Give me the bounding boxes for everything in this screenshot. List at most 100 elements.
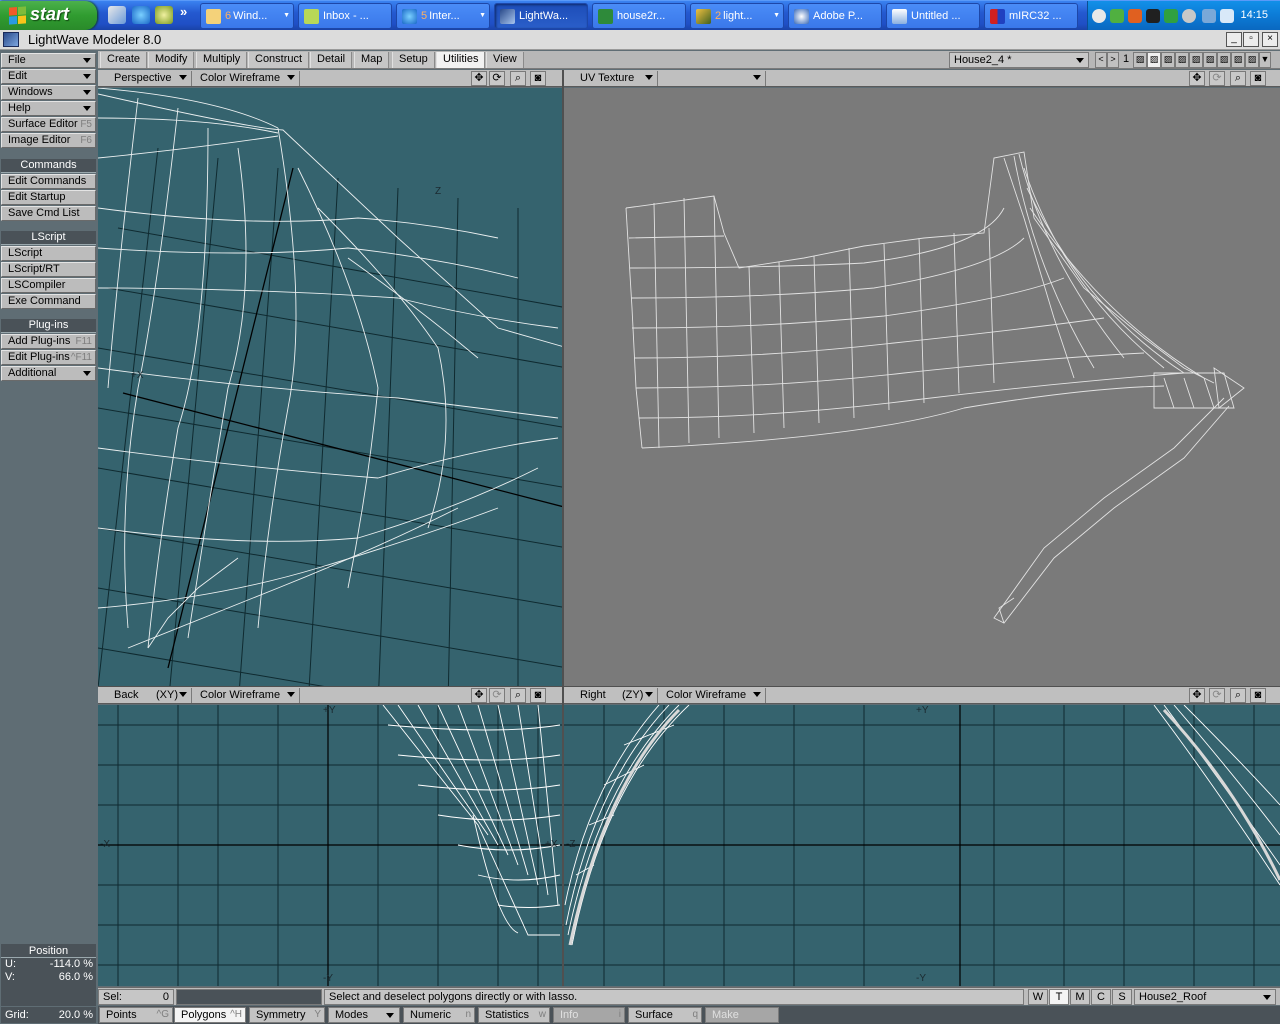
maximize-button[interactable]: ▫ [1243, 32, 1259, 47]
texture-map-button[interactable]: T [1049, 989, 1069, 1005]
selection-set-button[interactable]: S [1112, 989, 1132, 1005]
view-type-dropdown[interactable]: Back (XY) [108, 688, 192, 703]
statistics-button[interactable]: Statistics w [478, 1007, 550, 1023]
uv-map-dropdown[interactable] [660, 71, 766, 86]
layer-dropdown-button[interactable]: ▼ [1259, 52, 1271, 68]
right-viewport[interactable]: +Y -Y -Z [564, 705, 1280, 986]
viewport-horizontal-divider[interactable] [98, 686, 1280, 687]
edit-menu[interactable]: Edit [1, 69, 96, 84]
quicklaunch-chevron-icon[interactable]: » [180, 4, 187, 19]
move-view-icon[interactable]: ✥ [1189, 71, 1205, 86]
rotate-view-icon[interactable]: ⟳ [1209, 71, 1225, 86]
render-style-dropdown[interactable]: Color Wireframe [194, 688, 300, 703]
lscript-button[interactable]: LScript [1, 246, 96, 261]
file-menu[interactable]: File [1, 53, 96, 68]
layer-1-button[interactable]: ▨ [1133, 52, 1147, 68]
windows-menu[interactable]: Windows [1, 85, 96, 100]
tab-create[interactable]: Create [100, 52, 148, 68]
view-type-dropdown[interactable]: UV Texture [574, 71, 658, 86]
task-button-internet[interactable]: 5 Inter... ▼ [396, 3, 490, 29]
polygons-mode-button[interactable]: Polygons ^H [174, 1007, 246, 1023]
task-button-windows[interactable]: 6 Wind... ▼ [200, 3, 294, 29]
surface-selector[interactable]: House2_Roof [1134, 989, 1276, 1005]
lscompiler-button[interactable]: LSCompiler [1, 278, 96, 293]
zoom-view-icon[interactable]: ⌕ [510, 688, 526, 703]
tray-app-icon[interactable] [1164, 9, 1178, 23]
task-button-inbox[interactable]: Inbox - ... [298, 3, 392, 29]
surface-editor-button[interactable]: Surface Editor F5 [1, 117, 96, 132]
minimize-button[interactable]: _ [1226, 32, 1242, 47]
info-button[interactable]: Info i [553, 1007, 625, 1023]
layer-6-button[interactable]: ▨ [1203, 52, 1217, 68]
exe-command-button[interactable]: Exe Command [1, 294, 96, 309]
tray-app-icon[interactable] [1128, 9, 1142, 23]
uv-texture-viewport[interactable] [564, 88, 1280, 686]
task-button-lightwave-group[interactable]: 2 light... ▼ [690, 3, 784, 29]
task-button-untitled[interactable]: Untitled ... [886, 3, 980, 29]
add-plugins-button[interactable]: Add Plug-ins F11 [1, 334, 96, 349]
layer-5-button[interactable]: ▨ [1189, 52, 1203, 68]
tray-collapse-icon[interactable] [1092, 9, 1106, 23]
zoom-view-icon[interactable]: ⌕ [1230, 688, 1246, 703]
tab-utilities[interactable]: Utilities [436, 52, 486, 68]
perspective-viewport[interactable]: Z +X [98, 88, 562, 686]
task-button-adobe[interactable]: Adobe P... [788, 3, 882, 29]
move-view-icon[interactable]: ✥ [471, 71, 487, 86]
maximize-viewport-icon[interactable]: ◙ [530, 71, 546, 86]
layer-3-button[interactable]: ▨ [1161, 52, 1175, 68]
start-button[interactable]: start [0, 1, 97, 30]
image-editor-button[interactable]: Image Editor F6 [1, 133, 96, 148]
tab-multiply[interactable]: Multiply [196, 52, 248, 68]
view-type-dropdown[interactable]: Perspective [108, 71, 192, 86]
edit-plugins-button[interactable]: Edit Plug-ins ^F11 [1, 350, 96, 365]
task-button-lightwave[interactable]: LightWa... [494, 3, 588, 29]
tray-app-icon[interactable] [1182, 9, 1196, 23]
points-mode-button[interactable]: Points ^G [99, 1007, 173, 1023]
symmetry-button[interactable]: Symmetry Y [249, 1007, 325, 1023]
make-button[interactable]: Make [705, 1007, 779, 1023]
additional-menu[interactable]: Additional [1, 366, 96, 381]
zoom-view-icon[interactable]: ⌕ [1230, 71, 1246, 86]
layer-2-button[interactable]: ▨ [1147, 52, 1161, 68]
edit-commands-button[interactable]: Edit Commands [1, 174, 96, 189]
rotate-view-icon[interactable]: ⟳ [489, 688, 505, 703]
maximize-viewport-icon[interactable]: ◙ [1250, 688, 1266, 703]
next-layer-button[interactable]: > [1107, 52, 1119, 68]
modes-menu[interactable]: Modes [328, 1007, 400, 1023]
layer-7-button[interactable]: ▨ [1217, 52, 1231, 68]
layer-4-button[interactable]: ▨ [1175, 52, 1189, 68]
tab-setup[interactable]: Setup [392, 52, 435, 68]
render-style-dropdown[interactable]: Color Wireframe [660, 688, 766, 703]
tab-modify[interactable]: Modify [148, 52, 195, 68]
weight-map-button[interactable]: W [1028, 989, 1048, 1005]
edit-startup-button[interactable]: Edit Startup [1, 190, 96, 205]
move-view-icon[interactable]: ✥ [471, 688, 487, 703]
lightwave-modeler-icon[interactable] [3, 32, 19, 47]
layer-8-button[interactable]: ▨ [1231, 52, 1245, 68]
tray-app-icon[interactable] [1146, 9, 1160, 23]
numeric-button[interactable]: Numeric n [403, 1007, 475, 1023]
view-type-dropdown[interactable]: Right (ZY) [574, 688, 658, 703]
lscript-rt-button[interactable]: LScript/RT [1, 262, 96, 277]
tab-detail[interactable]: Detail [310, 52, 353, 68]
tray-network-icon[interactable] [1110, 9, 1124, 23]
tab-map[interactable]: Map [354, 52, 390, 68]
close-button[interactable]: × [1262, 32, 1278, 47]
task-button-mirc[interactable]: mIRC32 ... [984, 3, 1078, 29]
rotate-view-icon[interactable]: ⟳ [489, 71, 505, 86]
clock[interactable]: 14:15 [1240, 9, 1268, 21]
render-style-dropdown[interactable]: Color Wireframe [194, 71, 300, 86]
tab-construct[interactable]: Construct [248, 52, 310, 68]
zoom-view-icon[interactable]: ⌕ [510, 71, 526, 86]
show-desktop-icon[interactable] [108, 6, 126, 24]
back-viewport[interactable]: +Y -Y -X +X [98, 705, 562, 986]
tray-messenger-icon[interactable] [1202, 9, 1216, 23]
move-view-icon[interactable]: ✥ [1189, 688, 1205, 703]
internet-explorer-icon[interactable] [132, 6, 150, 24]
object-selector[interactable]: House2_4 * [949, 52, 1089, 68]
quicklaunch-app-icon[interactable] [155, 6, 173, 24]
surface-button[interactable]: Surface q [628, 1007, 702, 1023]
layer-9-button[interactable]: ▨ [1245, 52, 1259, 68]
color-map-button[interactable]: C [1091, 989, 1111, 1005]
task-button-house2r[interactable]: house2r... [592, 3, 686, 29]
